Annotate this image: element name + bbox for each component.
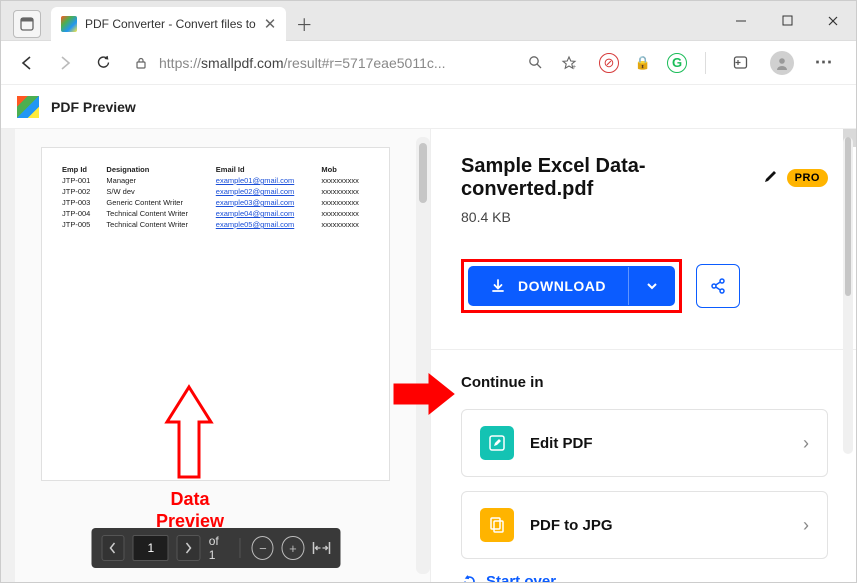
- url-field[interactable]: https://smallpdf.com/result#r=5717eae501…: [125, 55, 587, 71]
- back-icon: [18, 54, 36, 72]
- result-filename: Sample Excel Data-converted.pdf: [461, 155, 755, 201]
- continue-edit-pdf[interactable]: Edit PDF ›: [461, 409, 828, 477]
- rename-button[interactable]: [763, 168, 779, 189]
- continue-pdf-to-jpg[interactable]: PDF to JPG ›: [461, 491, 828, 559]
- chevron-left-icon: [109, 542, 117, 554]
- forward-icon: [56, 54, 74, 72]
- table-header-row: Emp Id Designation Email Id Mob: [58, 164, 373, 175]
- table-row: JTP-003Generic Content Writerexample03@g…: [58, 197, 373, 208]
- restart-icon: [461, 573, 478, 582]
- tab-overview-button[interactable]: [13, 10, 41, 38]
- chevron-right-icon: ›: [803, 515, 809, 536]
- share-icon: [709, 277, 727, 295]
- annotation-right-arrow: [389, 369, 459, 424]
- pro-badge: PRO: [787, 169, 828, 187]
- extension-green-icon[interactable]: G: [667, 53, 687, 73]
- tabs-icon: [20, 17, 34, 31]
- tab-title: PDF Converter - Convert files to: [85, 17, 256, 31]
- main-content: Emp Id Designation Email Id Mob JTP-001M…: [1, 129, 856, 582]
- pencil-icon: [763, 168, 779, 184]
- annotation-up-arrow: [159, 377, 219, 487]
- result-scrollbar[interactable]: [843, 137, 853, 454]
- continue-card-label: PDF to JPG: [530, 517, 787, 534]
- page-count-label: of 1: [209, 534, 227, 562]
- separator: [239, 538, 240, 558]
- refresh-icon: [95, 54, 112, 71]
- close-tab-button[interactable]: ✕: [264, 15, 277, 33]
- table-row: JTP-001Managerexample01@gmail.comxxxxxxx…: [58, 175, 373, 186]
- file-size-label: 80.4 KB: [461, 209, 828, 225]
- table-row: JTP-002S/W devexample02@gmail.comxxxxxxx…: [58, 186, 373, 197]
- next-page-button[interactable]: [177, 535, 201, 561]
- result-pane: Sample Excel Data-converted.pdf PRO 80.4…: [431, 129, 856, 582]
- download-main[interactable]: DOWNLOAD: [468, 266, 628, 306]
- forward-button[interactable]: [49, 47, 81, 79]
- continue-heading: Continue in: [461, 374, 828, 391]
- scrollbar-thumb[interactable]: [845, 137, 851, 296]
- chevron-down-icon: [645, 279, 659, 293]
- favorite-button[interactable]: +: [555, 55, 583, 71]
- refresh-button[interactable]: [87, 47, 119, 79]
- annotation-highlight-box: DOWNLOAD: [461, 259, 682, 313]
- maximize-button[interactable]: [764, 1, 810, 40]
- lock-icon: [129, 56, 153, 70]
- table-row: JTP-005Technical Content Writerexample05…: [58, 219, 373, 230]
- download-options-button[interactable]: [628, 267, 675, 305]
- avatar-icon: [774, 55, 790, 71]
- close-window-button[interactable]: [810, 1, 856, 40]
- app-header: PDF Preview: [1, 85, 856, 129]
- continue-card-label: Edit PDF: [530, 435, 787, 452]
- result-header: Sample Excel Data-converted.pdf PRO: [461, 155, 828, 201]
- pdf-viewer-toolbar: of 1 − +: [91, 528, 340, 568]
- extension-noscript-icon[interactable]: ⊘: [599, 53, 619, 73]
- zoom-in-button[interactable]: +: [282, 536, 304, 560]
- maximize-icon: [782, 15, 793, 26]
- prev-page-button[interactable]: [101, 535, 125, 561]
- extension-blue-icon[interactable]: 🔒: [633, 53, 653, 73]
- pdf-to-jpg-icon: [480, 508, 514, 542]
- share-button[interactable]: [696, 264, 740, 308]
- favicon-icon: [61, 16, 77, 32]
- window-titlebar: PDF Converter - Convert files to ✕ ＋: [1, 1, 856, 41]
- start-over-button[interactable]: Start over: [461, 573, 828, 582]
- tab-strip: PDF Converter - Convert files to ✕ ＋: [1, 1, 318, 40]
- search-icon[interactable]: [521, 55, 549, 70]
- table-row: JTP-004Technical Content Writerexample04…: [58, 208, 373, 219]
- data-table: Emp Id Designation Email Id Mob JTP-001M…: [58, 164, 373, 230]
- zoom-out-button[interactable]: −: [252, 536, 274, 560]
- page-number-input[interactable]: [133, 535, 169, 561]
- download-button[interactable]: DOWNLOAD: [468, 266, 675, 306]
- extensions-area: ⊘ 🔒 G ⋯: [593, 47, 846, 79]
- left-gutter: [1, 129, 15, 582]
- profile-button[interactable]: [770, 51, 794, 75]
- window-controls: [718, 1, 856, 40]
- edit-pdf-icon: [480, 426, 514, 460]
- back-button[interactable]: [11, 47, 43, 79]
- browser-tab[interactable]: PDF Converter - Convert files to ✕: [51, 7, 286, 41]
- scrollbar-thumb[interactable]: [419, 143, 427, 203]
- minimize-button[interactable]: [718, 1, 764, 40]
- chevron-right-icon: [185, 542, 193, 554]
- more-menu-button[interactable]: ⋯: [808, 52, 840, 73]
- address-bar: https://smallpdf.com/result#r=5717eae501…: [1, 41, 856, 85]
- fit-icon: [312, 541, 330, 555]
- separator: [705, 52, 706, 74]
- collections-button[interactable]: [724, 47, 756, 79]
- preview-scrollbar[interactable]: [416, 137, 430, 574]
- url-text: https://smallpdf.com/result#r=5717eae501…: [159, 55, 515, 71]
- minimize-icon: [735, 15, 747, 27]
- chevron-right-icon: ›: [803, 433, 809, 454]
- collections-icon: [732, 54, 749, 71]
- svg-text:+: +: [572, 64, 576, 71]
- annotation-label: Data Preview: [156, 489, 224, 532]
- page-title: PDF Preview: [51, 99, 136, 115]
- divider: [431, 349, 856, 350]
- download-icon: [490, 278, 506, 294]
- new-tab-button[interactable]: ＋: [290, 10, 318, 38]
- close-icon: [827, 15, 839, 27]
- download-row: DOWNLOAD: [461, 259, 828, 313]
- smallpdf-logo-icon: [17, 96, 39, 118]
- fit-width-button[interactable]: [312, 541, 330, 555]
